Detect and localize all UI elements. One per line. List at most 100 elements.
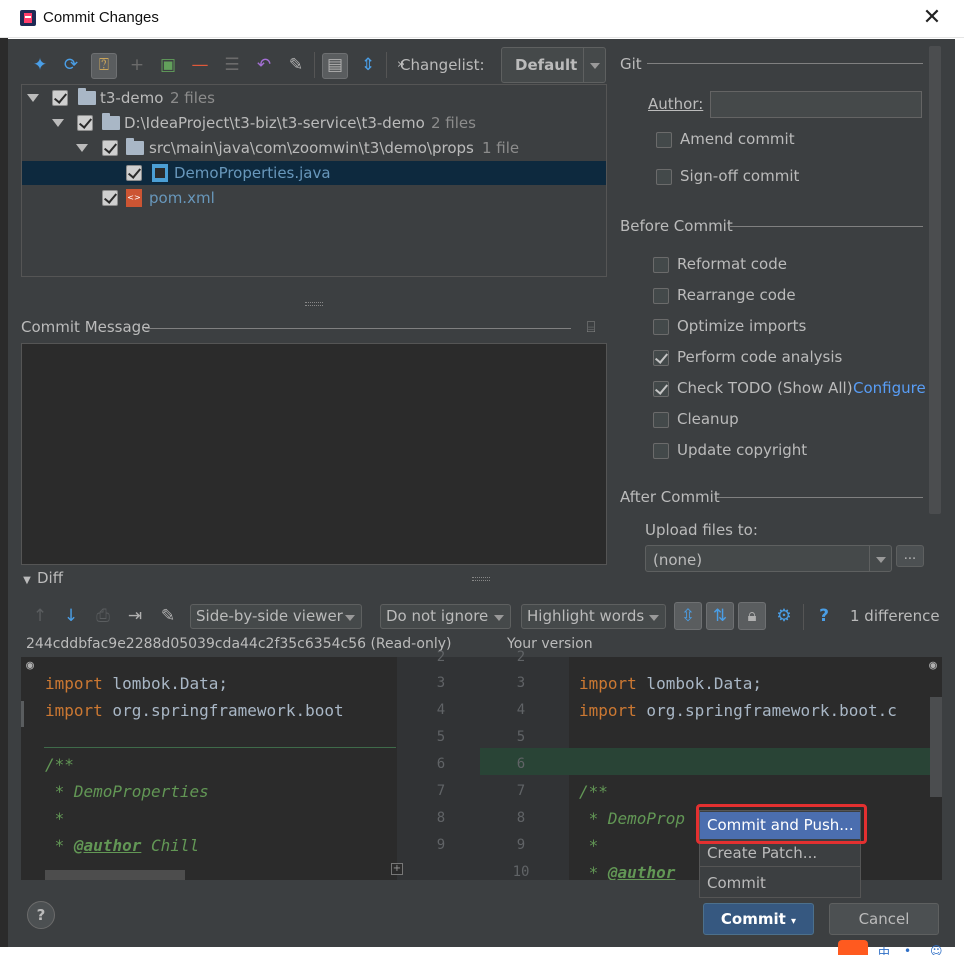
tree-node-label: t3-demo: [100, 89, 164, 107]
edit-source-icon[interactable]: ✎: [157, 605, 179, 627]
expand-fold-icon[interactable]: +: [391, 863, 403, 875]
collapse-diff-icon[interactable]: ▼: [20, 570, 34, 592]
lock-icon[interactable]: 🔒︎: [738, 602, 766, 630]
tray-app-icon[interactable]: [838, 940, 868, 955]
git-section-label: Git: [620, 55, 642, 73]
optimize-imports-checkbox[interactable]: [653, 319, 669, 335]
check-todo-label[interactable]: Check TODO (Show All): [677, 379, 853, 397]
section-divider: [647, 63, 923, 64]
commit-message-input[interactable]: [21, 343, 607, 565]
left-line-number: 4: [436, 702, 446, 718]
collapse-unchanged-icon[interactable]: ⇳: [674, 602, 702, 630]
options-scrollbar[interactable]: [929, 46, 941, 514]
directory-checkbox[interactable]: [77, 115, 93, 131]
commit-message-history-icon[interactable]: ⌸: [580, 316, 602, 338]
previous-difference-icon[interactable]: ↑: [29, 605, 51, 627]
create-patch-menu-item[interactable]: Create Patch...: [700, 840, 860, 867]
update-copyright-checkbox[interactable]: [653, 443, 669, 459]
tray-emoji-icon[interactable]: ☺: [930, 944, 943, 955]
help-button[interactable]: ?: [27, 901, 55, 929]
expand-arrow-icon[interactable]: [27, 94, 39, 102]
optimize-imports-label[interactable]: Optimize imports: [677, 317, 806, 335]
folder-icon: [102, 113, 120, 130]
amend-commit-label[interactable]: Amend commit: [680, 130, 795, 148]
file-checkbox[interactable]: [102, 190, 118, 206]
tree-node-module[interactable]: t3-demo 2 files: [22, 86, 606, 110]
package-checkbox[interactable]: [102, 140, 118, 156]
perform-code-analysis-checkbox[interactable]: [653, 350, 669, 366]
move-to-changelist-icon[interactable]: ▣: [157, 54, 179, 76]
update-copyright-label[interactable]: Update copyright: [677, 441, 807, 459]
background-window-edge: [0, 38, 8, 955]
tray-punctuation-icon[interactable]: •: [904, 944, 911, 955]
refresh-icon[interactable]: ⟳: [60, 54, 82, 76]
viewer-mode-dropdown[interactable]: Side-by-side viewer: [190, 604, 362, 629]
remove-icon[interactable]: —: [189, 54, 211, 76]
tree-node-package[interactable]: src\main\java\com\zoomwin\t3\demo\props …: [22, 136, 606, 160]
whitespace-dropdown[interactable]: Do not ignore: [380, 604, 511, 629]
author-input[interactable]: [710, 91, 922, 118]
java-file-icon: [152, 164, 168, 182]
tree-node-file-selected[interactable]: DemoProperties.java: [22, 161, 606, 185]
reformat-code-label[interactable]: Reformat code: [677, 255, 787, 273]
tree-node-count: 2 files: [170, 89, 215, 107]
reformat-code-checkbox[interactable]: [653, 257, 669, 273]
add-icon[interactable]: +: [126, 54, 148, 76]
expand-arrow-icon[interactable]: [52, 119, 64, 127]
signoff-commit-label[interactable]: Sign-off commit: [680, 167, 799, 185]
configure-link[interactable]: Configure: [853, 379, 926, 397]
cancel-button[interactable]: Cancel: [829, 903, 939, 935]
input-method-icon[interactable]: 中: [878, 944, 890, 955]
left-line-number: 6: [436, 756, 446, 772]
perform-code-analysis-label[interactable]: Perform code analysis: [677, 348, 842, 366]
help-icon[interactable]: ?: [813, 605, 835, 627]
expand-arrow-icon[interactable]: [76, 144, 88, 152]
rearrange-code-label[interactable]: Rearrange code: [677, 286, 796, 304]
code-line: *: [45, 809, 65, 828]
cleanup-label[interactable]: Cleanup: [677, 410, 739, 428]
right-line-number: 2: [516, 649, 526, 665]
highlight-dropdown[interactable]: Highlight words: [521, 604, 666, 629]
left-editor[interactable]: ◉ import lombok.Data; import org.springf…: [21, 657, 397, 880]
changelist-dropdown[interactable]: Default: [501, 47, 606, 83]
eye-icon[interactable]: ◉: [924, 657, 942, 675]
horizontal-scrollbar[interactable]: [45, 870, 185, 880]
edit-source-icon[interactable]: ✎: [285, 54, 307, 76]
group-icon[interactable]: ☰: [221, 54, 243, 76]
amend-commit-checkbox[interactable]: [656, 132, 672, 148]
sync-scroll-icon[interactable]: ⇅: [706, 602, 734, 630]
compare-previous-file-icon[interactable]: ⎙: [92, 605, 114, 627]
cleanup-checkbox[interactable]: [653, 412, 669, 428]
commit-button[interactable]: Commit ▾: [703, 903, 814, 935]
next-difference-icon[interactable]: ↓: [60, 605, 82, 627]
check-todo-checkbox[interactable]: [653, 381, 669, 397]
tree-node-count: 1 file: [482, 139, 520, 157]
whitespace-value: Do not ignore: [386, 607, 489, 625]
show-diff-icon[interactable]: ⍰: [91, 53, 117, 79]
expand-all-icon[interactable]: ⇕: [357, 54, 379, 76]
jump-to-source-icon[interactable]: ⇥: [124, 605, 146, 627]
right-editor-scrollbar[interactable]: [930, 697, 942, 797]
browse-servers-button[interactable]: ...: [896, 545, 924, 567]
xml-file-icon: <>: [126, 189, 142, 207]
upload-server-dropdown[interactable]: (none): [645, 545, 892, 572]
eye-icon[interactable]: ◉: [21, 657, 39, 675]
group-by-directory-icon[interactable]: ▤: [322, 53, 348, 79]
tree-node-file[interactable]: <> pom.xml: [22, 186, 606, 210]
rollback-icon[interactable]: ↶: [253, 54, 275, 76]
diff-splitter-handle[interactable]: [472, 577, 490, 581]
file-checkbox[interactable]: [126, 165, 142, 181]
rearrange-code-checkbox[interactable]: [653, 288, 669, 304]
close-icon[interactable]: ✕: [920, 6, 944, 30]
move-changes-icon[interactable]: ✦: [29, 54, 51, 76]
title-bar: Commit Changes ✕: [0, 0, 964, 38]
changes-tree[interactable]: t3-demo 2 files D:\IdeaProject\t3-biz\t3…: [21, 84, 607, 277]
folder-icon: [126, 138, 144, 155]
tree-node-count: 2 files: [431, 114, 476, 132]
module-checkbox[interactable]: [52, 90, 68, 106]
splitter-handle[interactable]: [305, 302, 323, 306]
commit-menu-item[interactable]: Commit: [700, 870, 860, 897]
signoff-commit-checkbox[interactable]: [656, 169, 672, 185]
settings-gear-icon[interactable]: ⚙: [773, 605, 795, 627]
tree-node-directory[interactable]: D:\IdeaProject\t3-biz\t3-service\t3-demo…: [22, 111, 606, 135]
